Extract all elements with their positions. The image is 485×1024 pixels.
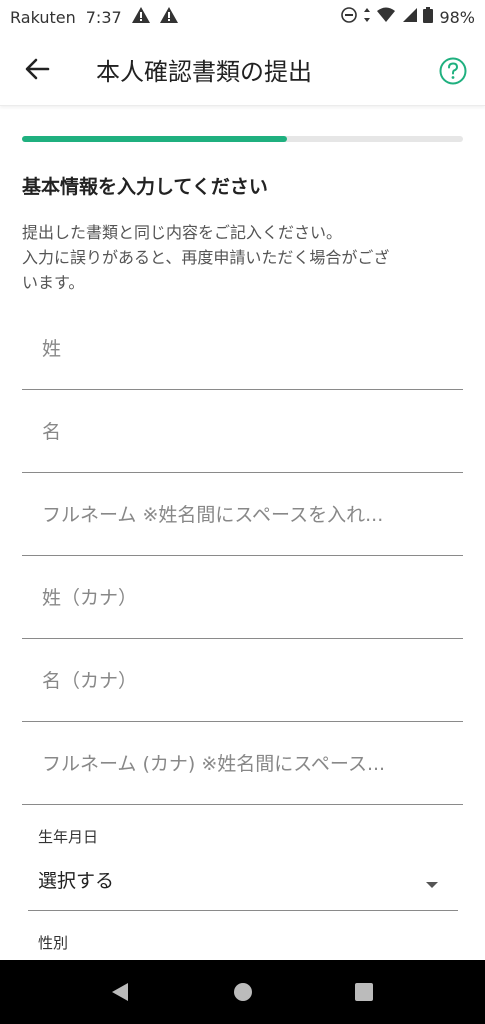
wifi-icon [377, 7, 396, 27]
page-title: 本人確認書類の提出 [96, 58, 312, 86]
full-name-placeholder: フルネーム ※姓名間にスペースを入れ... [42, 504, 384, 526]
do-not-disturb-icon [341, 7, 358, 27]
birthdate-value: 選択する [38, 870, 115, 892]
birthdate-select[interactable]: 選択する [28, 858, 458, 911]
full-name-kana-placeholder: フルネーム (カナ) ※姓名間にスペース... [42, 753, 386, 775]
signal-icon [401, 7, 418, 27]
navigation-bar [0, 960, 485, 1024]
square-recents-icon [354, 983, 374, 1006]
battery-level: 98% [439, 7, 475, 27]
help-button[interactable] [438, 56, 468, 86]
dropdown-caret-icon [426, 882, 438, 888]
data-arrows-icon [363, 7, 371, 27]
gender-label: 性別 [38, 934, 69, 952]
battery-icon [423, 7, 434, 27]
last-name-kana-placeholder: 姓（カナ） [42, 587, 138, 609]
first-name-placeholder: 名 [42, 421, 62, 443]
arrow-left-icon [24, 57, 50, 85]
carrier-label: Rakuten [10, 7, 76, 27]
full-name-kana-field[interactable]: フルネーム (カナ) ※姓名間にスペース... [22, 723, 463, 805]
app-bar: 本人確認書類の提出 [0, 34, 485, 106]
nav-recents-button[interactable] [354, 982, 374, 1006]
description-line: 入力に誤りがあると、再度申請いただく場合がござ [22, 248, 390, 267]
description-line: 提出した書類と同じ内容をご記入ください。 [22, 223, 343, 242]
last-name-placeholder: 姓 [42, 338, 62, 360]
nav-home-button[interactable] [233, 982, 253, 1006]
status-left: Rakuten 7:37 [10, 7, 178, 27]
section-title: 基本情報を入力してください [22, 176, 268, 198]
birthdate-label: 生年月日 [38, 828, 99, 846]
description-line: います。 [22, 273, 85, 292]
status-bar: Rakuten 7:37 98% [0, 0, 485, 34]
nav-back-button[interactable] [110, 982, 130, 1006]
first-name-field[interactable]: 名 [22, 391, 463, 473]
first-name-kana-placeholder: 名（カナ） [42, 670, 138, 692]
last-name-field[interactable]: 姓 [22, 308, 463, 390]
full-name-field[interactable]: フルネーム ※姓名間にスペースを入れ... [22, 474, 463, 556]
back-button[interactable] [18, 54, 56, 88]
circle-home-icon [233, 983, 253, 1006]
help-icon [438, 57, 468, 90]
progress-bar [22, 136, 463, 142]
status-right: 98% [341, 7, 475, 27]
progress-fill [22, 136, 287, 142]
last-name-kana-field[interactable]: 姓（カナ） [22, 557, 463, 639]
status-time: 7:37 [85, 7, 122, 27]
first-name-kana-field[interactable]: 名（カナ） [22, 640, 463, 722]
warning-icon [131, 7, 150, 27]
section-description: 提出した書類と同じ内容をご記入ください。 入力に誤りがあると、再度申請いただく場… [22, 220, 467, 295]
warning-icon [159, 7, 178, 27]
triangle-back-icon [110, 983, 130, 1006]
